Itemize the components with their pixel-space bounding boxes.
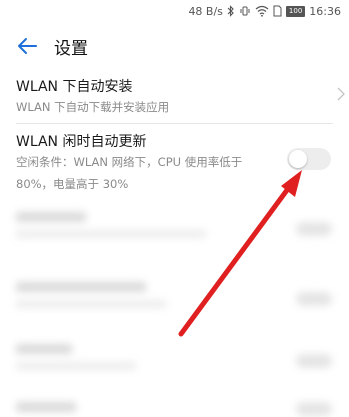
- setting-title: WLAN 闲时自动更新: [16, 134, 147, 150]
- setting-subtitle: WLAN 下自动下载并安装应用: [16, 100, 170, 114]
- setting-title: WLAN 下自动安装: [16, 79, 133, 95]
- clock: 16:36: [309, 4, 341, 18]
- status-bar: 48 B/s 100 16:36: [0, 0, 349, 22]
- divider: [16, 123, 333, 124]
- setting-wlan-idle-update: WLAN 闲时自动更新 空闲条件：WLAN 网络下，CPU 使用率低于 80%，…: [16, 133, 333, 195]
- network-speed: 48 B/s: [188, 4, 223, 18]
- vibrate-icon: [239, 5, 251, 17]
- setting-wlan-auto-install[interactable]: WLAN 下自动安装 WLAN 下自动下载并安装应用: [16, 78, 333, 118]
- app-header: 设置: [0, 26, 349, 66]
- back-arrow-icon[interactable]: [12, 31, 42, 61]
- toggle-knob: [289, 150, 307, 168]
- wifi-icon: [255, 5, 269, 17]
- blurred-settings-area: [0, 198, 349, 417]
- bluetooth-icon: [227, 5, 235, 17]
- chevron-right-icon: [337, 86, 345, 105]
- sim-icon: [273, 5, 282, 17]
- idle-update-toggle[interactable]: [287, 148, 331, 170]
- page-title: 设置: [54, 38, 88, 59]
- setting-subtitle-line2: 80%，电量高于 30%: [16, 177, 129, 191]
- battery-icon: 100: [285, 5, 306, 17]
- setting-subtitle-line1: 空闲条件：WLAN 网络下，CPU 使用率低于: [16, 155, 243, 169]
